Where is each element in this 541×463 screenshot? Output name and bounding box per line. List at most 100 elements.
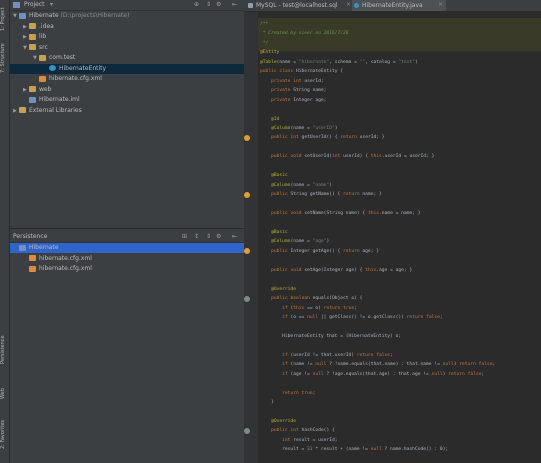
folder-icon [39, 54, 46, 61]
folder-icon [29, 44, 36, 50]
code-line[interactable]: public class HibernateEntity { [260, 67, 343, 76]
code-line[interactable]: HibernateEntity that = (HibernateEntity)… [260, 332, 401, 341]
side-tab-persistence[interactable]: Persistence [0, 330, 9, 370]
close-icon[interactable]: × [346, 1, 351, 8]
side-tab-favorites[interactable]: 2: Favorites [0, 414, 9, 454]
project-view-icon [13, 2, 20, 8]
sort-icon[interactable]: ↕ [194, 233, 199, 240]
tree-item-label: Hibernate.iml [39, 96, 80, 103]
project-panel: Project ▾ ⊕ ⇕ ⚙ ⇤ ▼ Hibernate (D:\project… [10, 0, 244, 228]
project-tree-row[interactable]: Hibernate.iml [10, 95, 244, 105]
code-line[interactable]: */ [260, 39, 269, 48]
project-panel-title[interactable]: Project [24, 1, 45, 8]
tree-item-label: .idea [39, 22, 54, 30]
code-line[interactable]: int result = userId; [260, 436, 337, 445]
xml-file-icon [29, 265, 36, 272]
getter-hint-icon[interactable] [244, 191, 250, 198]
code-line[interactable]: if (o == null || getClass() != o.getClas… [260, 313, 443, 322]
code-line[interactable]: public int hashCode() { [260, 426, 335, 435]
code-line[interactable]: /** [260, 20, 268, 29]
code-line[interactable]: private Integer age; [260, 96, 326, 105]
close-icon[interactable]: × [438, 1, 443, 8]
xml-file-icon [39, 75, 46, 82]
hide-panel-icon[interactable]: ⇤ [232, 1, 237, 8]
project-tree-row[interactable]: ▼ Hibernate (D:\projects\Hibernate) [10, 11, 244, 21]
code-line[interactable]: } [260, 398, 274, 407]
code-line[interactable]: if (this == o) return true; [260, 304, 357, 313]
tree-item-label: src [39, 43, 48, 51]
code-line[interactable]: private int userId; [260, 77, 324, 86]
class-icon [49, 65, 56, 71]
tree-item-label: hibernate.cfg.xml [49, 75, 102, 82]
gear-icon[interactable]: ⚙ [216, 1, 221, 8]
code-line[interactable]: @Override [260, 285, 296, 294]
persistence-tree-row[interactable]: hibernate.cfg.xml [10, 254, 244, 264]
project-tree-row[interactable]: ▶ web [10, 85, 244, 95]
collapse-all-icon[interactable]: ⇕ [206, 233, 211, 240]
tree-item-label: Hibernate [29, 244, 59, 251]
code-line[interactable]: public Integer getAge() { return age; } [260, 247, 379, 256]
gear-icon[interactable]: ⚙ [216, 233, 221, 240]
code-line[interactable]: @Id [260, 115, 279, 124]
override-method-icon[interactable] [244, 295, 250, 302]
tree-item-label: lib [39, 33, 47, 40]
code-line[interactable]: public void setAge(Integer age) { this.a… [260, 266, 412, 275]
project-tree-row[interactable]: ▼ com.test [10, 53, 244, 63]
persistence-tree-row[interactable]: hibernate.cfg.xml [10, 264, 244, 274]
persistence-panel-title: Persistence [13, 233, 48, 240]
module-icon [19, 244, 26, 251]
tree-item-label: web [39, 85, 52, 93]
folder-icon [29, 86, 36, 92]
project-tree-row[interactable]: ▶ lib [10, 32, 244, 42]
project-tree-row[interactable]: ▼ src [10, 43, 244, 53]
persistence-panel: Persistence ⊞ ↕ ⇕ ⚙ ⇤ Hibernate hibernate… [10, 232, 244, 463]
project-tree-row[interactable]: HibernateEntity [10, 63, 244, 74]
getter-hint-icon[interactable] [244, 134, 250, 141]
code-line[interactable]: if (name != null ? !name.equals(that.nam… [260, 360, 495, 369]
code-line[interactable]: @Table(name = "hibernate", schema = "", … [260, 58, 418, 67]
tab-hibernate-entity[interactable]: HibernateEntity.java [352, 0, 446, 11]
tree-item-label: Hibernate [29, 12, 59, 19]
code-line[interactable]: public boolean equals(Object o) { [260, 294, 362, 303]
folder-icon [29, 33, 36, 40]
code-line[interactable]: public void setUserId(int userId) { this… [260, 152, 434, 161]
chevron-down-icon[interactable]: ▾ [50, 1, 53, 8]
code-line[interactable]: public String getName() { return name; } [260, 190, 382, 199]
side-tab-structure[interactable]: 7: Structure [0, 40, 9, 76]
folder-icon [29, 23, 36, 29]
code-line[interactable]: public int getUserId() { return userId; … [260, 133, 384, 142]
persistence-tree-row[interactable]: Hibernate [10, 243, 244, 253]
hide-panel-icon[interactable]: ⇤ [232, 233, 237, 240]
module-icon [19, 12, 26, 19]
code-line[interactable]: @Column(name = "userID") [260, 124, 337, 133]
code-line[interactable]: if (age != null ? !age.equals(that.age) … [260, 370, 484, 379]
class-icon [354, 3, 359, 8]
tree-item-label: HibernateEntity [59, 64, 107, 72]
expand-icon[interactable]: ⊞ [182, 233, 187, 240]
code-line[interactable]: result = 31 * result + (name != null ? n… [260, 445, 448, 454]
side-tab-project[interactable]: 1: Project [0, 4, 9, 34]
tree-item-label: hibernate.cfg.xml [39, 254, 92, 262]
code-line[interactable]: * Created by sieer on 2016/7/26 [260, 29, 349, 38]
code-line[interactable]: @Column(name = "age") [260, 237, 329, 246]
code-line[interactable]: public void setName(String name) { this.… [260, 209, 420, 218]
project-tree-row[interactable]: ▶ External Libraries [10, 106, 244, 116]
tab-mysql-console[interactable]: MySQL - test@localhost.sql [246, 0, 354, 11]
scroll-from-source-icon[interactable]: ⊕ [194, 1, 199, 8]
side-tab-web[interactable]: Web [0, 384, 9, 404]
override-method-icon[interactable] [244, 427, 250, 434]
tree-item-label: External Libraries [29, 106, 82, 114]
code-line[interactable]: if (userId != that.userId) return false; [260, 351, 393, 360]
collapse-all-icon[interactable]: ⇕ [206, 1, 211, 8]
editor-gutter[interactable] [244, 12, 258, 463]
code-line[interactable]: @Entity [260, 48, 279, 57]
code-line[interactable]: @Column(name = "name") [260, 181, 332, 190]
project-tree-row[interactable]: ▶ .idea [10, 22, 244, 32]
code-line[interactable]: private String name; [260, 86, 326, 95]
code-line[interactable]: @Override [260, 417, 296, 426]
project-tree-row[interactable]: hibernate.cfg.xml [10, 74, 244, 84]
code-line[interactable]: return true; [260, 389, 315, 398]
tab-label: MySQL - test@localhost.sql [256, 2, 338, 9]
code-line[interactable]: @Basic [260, 228, 288, 237]
code-line[interactable]: @Basic [260, 171, 288, 180]
